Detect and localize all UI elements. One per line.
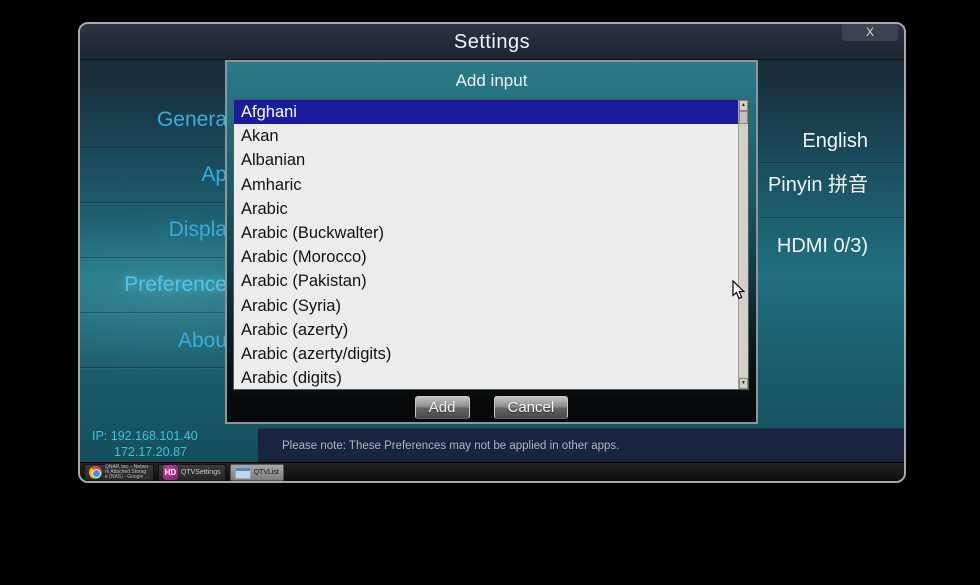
sidebar-item-general[interactable]: Genera [80, 107, 227, 133]
sidebar-item-preferences[interactable]: Preference [80, 272, 227, 298]
sidebar-item-display[interactable]: Displa [80, 217, 227, 243]
taskbar-chrome-button[interactable]: QNAP, Inc. - Netwo rk Attached Storag e … [84, 464, 154, 481]
list-item[interactable]: Arabic (azerty/digits) [234, 342, 748, 366]
mouse-cursor [732, 280, 747, 301]
titlebar: Settings [80, 24, 904, 60]
value-display-output[interactable]: HDMI 0/3) [777, 233, 868, 259]
ip-line-1: IP: 192.168.101.40 [92, 428, 198, 444]
separator [80, 367, 225, 368]
language-list: Afghani Akan Albanian Amharic Arabic Ara… [233, 99, 749, 390]
separator [80, 202, 225, 203]
separator [80, 312, 225, 313]
list-item[interactable]: Arabic (digits) [234, 366, 748, 390]
dialog-title: Add input [227, 62, 756, 91]
taskbar: QNAP, Inc. - Netwo rk Attached Storag e … [80, 462, 904, 481]
close-button[interactable]: X [842, 24, 898, 41]
value-input-method[interactable]: Pinyin 拼音 [768, 172, 868, 198]
cancel-button[interactable]: Cancel [494, 396, 569, 419]
add-input-dialog: Add input Afghani Akan Albanian Amharic … [225, 60, 758, 424]
scroll-up-icon[interactable]: ▲ [739, 100, 748, 111]
note-bar: Please note: These Preferences may not b… [258, 428, 904, 462]
list-item[interactable]: Arabic (Morocco) [234, 245, 748, 269]
separator [80, 147, 225, 148]
list-item[interactable]: Akan [234, 124, 748, 148]
list-item[interactable]: Arabic [234, 197, 748, 221]
add-button[interactable]: Add [415, 396, 470, 419]
scrollbar-thumb[interactable] [739, 111, 748, 124]
separator [80, 257, 225, 258]
scroll-down-icon[interactable]: ▼ [739, 378, 748, 389]
settings-window: Settings X Genera Ap Displa Preference A… [78, 22, 906, 483]
list-item[interactable]: Arabic (Buckwalter) [234, 221, 748, 245]
qtvsettings-label: QTVSettings [181, 469, 221, 476]
window-app-icon [235, 467, 251, 479]
list-item[interactable]: Amharic [234, 173, 748, 197]
separator [760, 162, 904, 163]
chrome-task-label: QNAP, Inc. - Netwo rk Attached Storag e … [105, 465, 149, 480]
hd-app-icon: HD [163, 465, 178, 480]
list-item[interactable]: Arabic (Syria) [234, 294, 748, 318]
scrollbar[interactable]: ▲ ▼ [738, 100, 748, 389]
list-item[interactable]: Afghani [234, 100, 748, 124]
sidebar-item-apps[interactable]: Ap [80, 162, 227, 188]
chrome-icon [89, 466, 102, 479]
separator [760, 217, 904, 218]
list-item[interactable]: Albanian [234, 148, 748, 172]
list-item[interactable]: Arabic (azerty) [234, 318, 748, 342]
qtvlist-label: QTVList [254, 469, 279, 476]
note-text: Please note: These Preferences may not b… [282, 440, 619, 452]
window-title: Settings [80, 24, 904, 60]
taskbar-qtvlist-button[interactable]: QTVList [230, 464, 284, 481]
sidebar-item-about[interactable]: Abou [80, 328, 227, 354]
value-language[interactable]: English [802, 128, 868, 154]
ip-line-2: 172.17.20.87 [92, 444, 198, 460]
list-item[interactable]: Arabic (Pakistan) [234, 269, 748, 293]
ip-address-block: IP: 192.168.101.40 172.17.20.87 [92, 428, 198, 460]
taskbar-qtvsettings-button[interactable]: HD QTVSettings [158, 464, 226, 481]
